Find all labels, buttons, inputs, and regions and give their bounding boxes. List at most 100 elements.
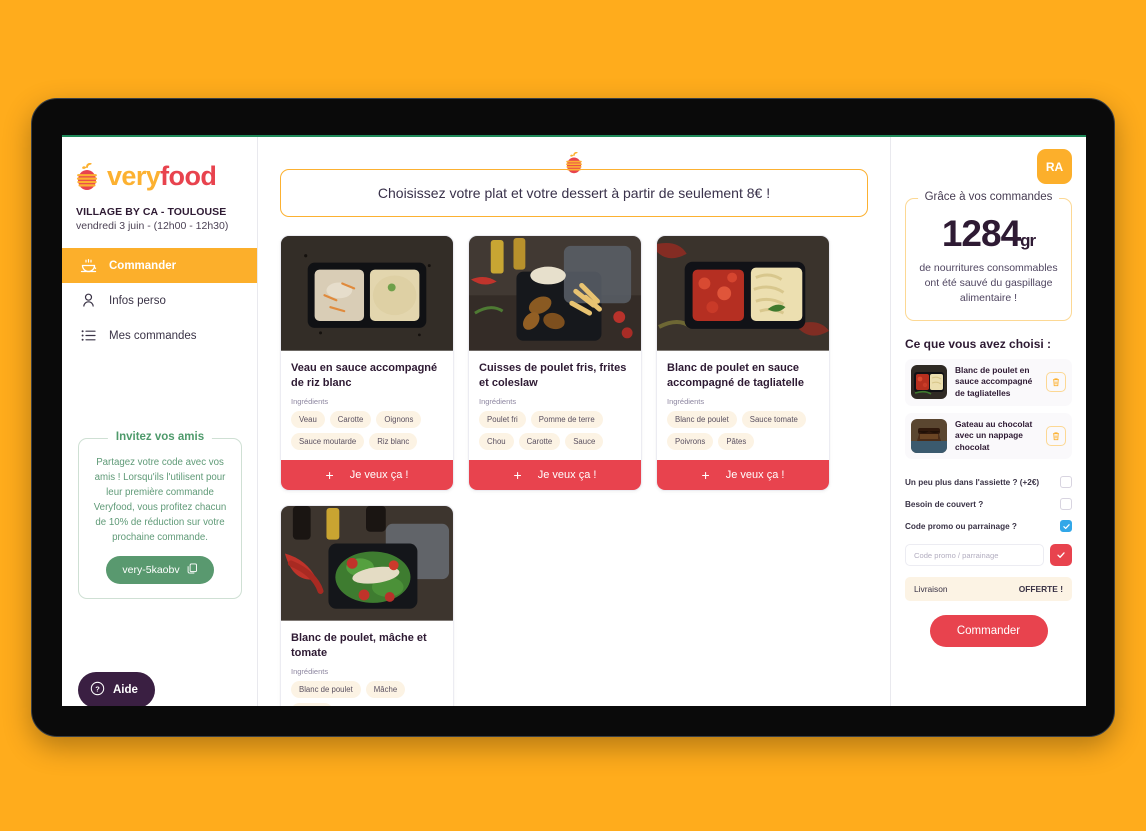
- checkbox-cutlery[interactable]: [1060, 498, 1072, 511]
- invite-title: Invitez vos amis: [107, 431, 213, 443]
- ingredient-tag: Sauce: [565, 433, 604, 451]
- person-icon: [80, 292, 97, 309]
- add-to-cart-label: Je veux ça !: [537, 469, 597, 482]
- sidebar: veryfood VILLAGE BY CA - TOULOUSE vendre…: [62, 135, 258, 706]
- bowl-icon: [80, 257, 97, 274]
- food-saved-stats: Grâce à vos commandes 1284gr de nourritu…: [905, 191, 1072, 321]
- delivery-label: Livraison: [914, 584, 948, 595]
- avatar-initials: RA: [1045, 159, 1064, 174]
- plus-icon: +: [513, 467, 522, 484]
- promo-banner: Choisissez votre plat et votre dessert à…: [280, 169, 868, 217]
- tablet-screen: veryfood VILLAGE BY CA - TOULOUSE vendre…: [62, 135, 1086, 706]
- checkbox-extra-portion[interactable]: [1060, 476, 1072, 489]
- avatar[interactable]: RA: [1037, 149, 1072, 184]
- promo-code-input[interactable]: Code promo / parrainage: [905, 544, 1044, 567]
- referral-code-text: very-5kaobv: [122, 564, 180, 577]
- stats-unit: gr: [1020, 231, 1036, 250]
- sidebar-item-infos-perso[interactable]: Infos perso: [62, 283, 257, 318]
- checkbox-promo[interactable]: [1060, 520, 1072, 533]
- ingredient-tag: Blanc de poulet: [667, 411, 737, 429]
- venue-time: vendredi 3 juin - (12h00 - 12h30): [76, 220, 229, 232]
- meal-card[interactable]: Cuisses de poulet fris, frites et colesl…: [468, 235, 642, 492]
- referral-code-button[interactable]: very-5kaobv: [106, 556, 214, 585]
- option-label: Besoin de couvert ?: [905, 499, 984, 509]
- stats-subtext: de nourritures consommables ont été sauv…: [919, 262, 1058, 304]
- meal-title: Veau en sauce accompagné de riz blanc: [291, 362, 438, 389]
- promo-banner-text: Choisissez votre plat et votre dessert à…: [377, 185, 771, 201]
- sidebar-item-label: Commander: [109, 259, 177, 272]
- option-row-extra-portion[interactable]: Un peu plus dans l'assiette ? (+2€): [905, 471, 1072, 493]
- stats-value: 1284gr: [916, 215, 1061, 252]
- trash-icon[interactable]: [1046, 372, 1066, 393]
- ingredients-label: Ingrédients: [291, 397, 329, 407]
- apple-icon: [74, 162, 100, 191]
- ingredient-tag: Poulet fri: [479, 411, 526, 429]
- ingredient-tag: Oignons: [376, 411, 422, 429]
- meal-card[interactable]: Blanc de poulet en sauce accompagné de t…: [656, 235, 830, 492]
- help-button[interactable]: ? Aide: [78, 672, 155, 706]
- add-to-cart-button[interactable]: + Je veux ça !: [657, 460, 829, 491]
- sidebar-item-label: Infos perso: [109, 294, 166, 307]
- page-background: veryfood VILLAGE BY CA - TOULOUSE vendre…: [0, 0, 1146, 831]
- ingredient-tag: Carotte: [329, 411, 372, 429]
- plus-icon: +: [701, 467, 710, 484]
- sidebar-nav: Commander Infos perso Mes commandes: [62, 248, 257, 353]
- sidebar-item-mes-commandes[interactable]: Mes commandes: [62, 318, 257, 353]
- ingredient-tag: Blanc de poulet: [291, 681, 361, 699]
- brand-name-very: very: [107, 161, 161, 191]
- ingredient-tag: Carotte: [518, 433, 561, 451]
- ingredient-tag: Riz blanc: [369, 433, 418, 451]
- chocolate-cake-thumb: [911, 418, 947, 453]
- cart-item-name: Blanc de poulet en sauce accompagné de t…: [955, 364, 1033, 398]
- trash-icon[interactable]: [1046, 425, 1066, 446]
- meal-card-body: Blanc de poulet, mâche et tomate Ingrédi…: [281, 622, 453, 706]
- option-label: Code promo ou parrainage ?: [905, 521, 1017, 531]
- add-to-cart-button[interactable]: + Je veux ça !: [469, 460, 641, 491]
- order-button[interactable]: Commander: [929, 615, 1048, 648]
- cart-item: Gateau au chocolat avec un nappage choco…: [905, 412, 1072, 460]
- ingredient-tag: Sauce tomate: [741, 411, 806, 429]
- option-row-cutlery[interactable]: Besoin de couvert ?: [905, 493, 1072, 515]
- cart-item-name: Gateau au chocolat avec un nappage choco…: [955, 418, 1033, 452]
- add-to-cart-label: Je veux ça !: [349, 469, 409, 482]
- meal-title: Cuisses de poulet fris, frites et colesl…: [479, 362, 627, 389]
- stats-heading: Grâce à vos commandes: [917, 191, 1060, 203]
- order-panel: RA Grâce à vos commandes 1284gr de nourr…: [890, 135, 1086, 706]
- add-to-cart-button[interactable]: + Je veux ça !: [281, 460, 453, 491]
- fried-chicken-photo: [469, 236, 641, 352]
- chicken-tagliatelle-thumb: [911, 365, 947, 400]
- ingredient-tag: Mâche: [365, 681, 406, 699]
- ingredient-tag: Pâtes: [718, 433, 755, 451]
- ingredients-label: Ingrédients: [479, 397, 517, 407]
- tablet-frame: veryfood VILLAGE BY CA - TOULOUSE vendre…: [31, 98, 1115, 737]
- brand-logo[interactable]: veryfood: [62, 135, 257, 192]
- meal-card-body: Cuisses de poulet fris, frites et colesl…: [469, 352, 641, 460]
- list-icon: [80, 327, 97, 344]
- ingredient-tags: Blanc de poulet Sauce tomate Poivrons Pâ…: [667, 411, 819, 460]
- ingredient-tag: Pomme de terre: [530, 411, 603, 429]
- venue-name: VILLAGE BY CA - TOULOUSE: [76, 206, 227, 218]
- ingredient-tag: Tomate: [291, 703, 333, 706]
- meal-card[interactable]: Veau en sauce accompagné de riz blanc In…: [280, 235, 454, 492]
- invite-body: Partagez votre code avec vos amis ! Lors…: [93, 457, 227, 544]
- check-icon[interactable]: [1050, 544, 1072, 567]
- sidebar-item-commander[interactable]: Commander: [62, 248, 257, 283]
- option-row-promo[interactable]: Code promo ou parrainage ?: [905, 515, 1072, 537]
- cart-item: Blanc de poulet en sauce accompagné de t…: [905, 358, 1072, 406]
- question-icon: ?: [90, 681, 105, 699]
- copy-icon: [187, 563, 198, 577]
- ingredient-tag: Veau: [291, 411, 325, 429]
- ingredient-tag: Chou: [479, 433, 514, 451]
- ingredients-label: Ingrédients: [667, 397, 705, 407]
- invite-friends-box: Invitez vos amis Partagez votre code ave…: [78, 431, 242, 600]
- chicken-tagliatelle-photo: [657, 236, 829, 352]
- ingredient-tag: Poivrons: [667, 433, 714, 451]
- chosen-title: Ce que vous avez choisi :: [905, 336, 1052, 351]
- meal-card-body: Blanc de poulet en sauce accompagné de t…: [657, 352, 829, 460]
- help-label: Aide: [113, 684, 138, 696]
- sidebar-item-label: Mes commandes: [109, 329, 197, 342]
- meal-card[interactable]: Blanc de poulet, mâche et tomate Ingrédi…: [280, 505, 454, 706]
- brand-name-food: food: [160, 161, 217, 191]
- meal-title: Blanc de poulet, mâche et tomate: [291, 632, 427, 659]
- main-content: Choisissez votre plat et votre dessert à…: [258, 135, 890, 706]
